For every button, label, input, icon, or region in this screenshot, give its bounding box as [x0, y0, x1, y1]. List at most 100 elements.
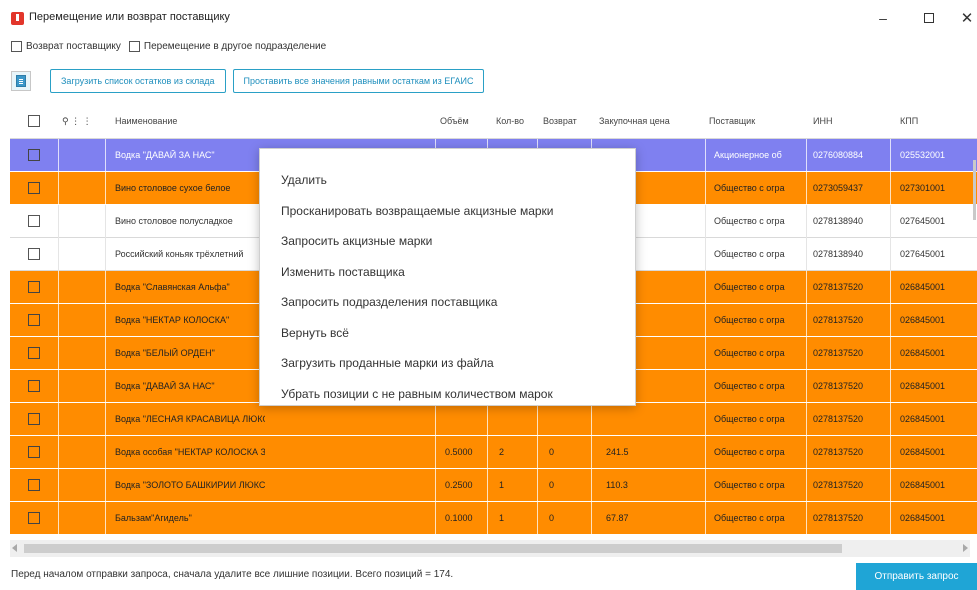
row-checkbox[interactable] — [28, 479, 40, 491]
cell-supplier: Общество с огра — [714, 216, 785, 226]
col-price[interactable]: Закупочная цена — [599, 116, 670, 126]
cell-name: Водка "ЗОЛОТО БАШКИРИИ ЛЮКС" — [115, 480, 265, 490]
cell-inn: 0278137520 — [813, 447, 864, 457]
row-checkbox[interactable] — [28, 380, 40, 392]
cell-supplier: Общество с огра — [714, 447, 785, 457]
cell-supplier: Общество с огра — [714, 315, 785, 325]
column-separator — [58, 238, 59, 271]
scroll-right-icon[interactable] — [963, 544, 968, 552]
app-icon — [11, 12, 24, 25]
context-menu-item[interactable]: Запросить подразделения поставщика — [260, 287, 635, 318]
vertical-scrollbar[interactable] — [973, 160, 976, 220]
context-menu-item[interactable]: Изменить поставщика — [260, 257, 635, 288]
cell-volume: 0.5000 — [445, 447, 473, 457]
cell-supplier: Акционерное об — [714, 150, 782, 160]
cell-supplier: Общество с огра — [714, 381, 785, 391]
row-checkbox[interactable] — [28, 413, 40, 425]
move-label: Перемещение в другое подразделение — [143, 41, 327, 52]
table-row[interactable]: Водка "ЗОЛОТО БАШКИРИИ ЛЮКС" 0.2500 1 0 110.… — [10, 469, 977, 502]
move-checkbox[interactable] — [128, 41, 140, 52]
cell-inn: 0278137520 — [813, 480, 864, 490]
column-separator — [58, 337, 59, 370]
row-checkbox[interactable] — [28, 281, 40, 293]
cell-supplier: Общество с огра — [714, 348, 785, 358]
horizontal-scrollbar[interactable] — [10, 540, 970, 557]
cell-name: Водка "НЕКТАР КОЛОСКА" — [115, 315, 230, 325]
column-separator — [435, 436, 436, 469]
document-icon[interactable] — [11, 71, 31, 91]
scroll-thumb[interactable] — [24, 544, 842, 553]
maximize-icon — [924, 13, 934, 23]
cell-inn: 0278137520 — [813, 513, 864, 523]
context-menu-item[interactable]: Просканировать возвращаемые акцизные мар… — [260, 196, 635, 227]
cell-returned: 0 — [549, 480, 555, 490]
cell-supplier: Общество с огра — [714, 513, 785, 523]
row-checkbox[interactable] — [28, 248, 40, 260]
column-separator — [58, 139, 59, 172]
cell-price: 110.3 — [606, 480, 628, 490]
row-checkbox[interactable] — [28, 149, 40, 161]
context-menu: Удалить Просканировать возвращаемые акциз… — [259, 148, 636, 406]
cell-qty: 1 — [499, 480, 505, 490]
column-separator — [890, 337, 891, 370]
filter-icons[interactable]: ⚲ ⋮ ⋮ — [62, 116, 92, 127]
column-separator — [705, 304, 706, 337]
return-checkbox[interactable] — [11, 41, 22, 52]
cell-name: Бальзам"Агидель" — [115, 513, 192, 523]
column-separator — [591, 469, 592, 502]
col-returned[interactable]: Возврат — [543, 116, 577, 126]
cell-kpp: 026845001 — [900, 348, 946, 358]
col-kpp[interactable]: КПП — [900, 116, 918, 126]
column-separator — [890, 436, 891, 469]
column-separator — [890, 172, 891, 205]
column-separator — [890, 403, 891, 436]
select-all-checkbox[interactable] — [28, 115, 40, 127]
col-name[interactable]: Наименование — [115, 116, 177, 126]
row-checkbox[interactable] — [28, 512, 40, 524]
row-checkbox[interactable] — [28, 446, 40, 458]
cell-inn: 0278137520 — [813, 282, 864, 292]
context-menu-item[interactable]: Вернуть всё — [260, 318, 635, 349]
column-separator — [487, 469, 488, 502]
context-menu-item[interactable]: Убрать позиции с не равным количеством м… — [260, 379, 635, 410]
table-row[interactable]: Бальзам"Агидель" 0.1000 1 0 67.87 Общество с … — [10, 502, 977, 535]
set-egais-button[interactable]: Проставить все значения равными остаткам… — [232, 69, 485, 93]
row-checkbox[interactable] — [28, 347, 40, 359]
column-separator — [705, 403, 706, 436]
send-request-button[interactable]: Отправить запрос — [856, 563, 977, 590]
column-separator — [435, 469, 436, 502]
cell-name: Водка "ДАВАЙ ЗА НАС" — [115, 150, 215, 160]
cell-kpp: 026845001 — [900, 513, 946, 523]
row-checkbox[interactable] — [28, 314, 40, 326]
scroll-left-icon[interactable] — [12, 544, 17, 552]
column-separator — [58, 502, 59, 535]
row-checkbox[interactable] — [28, 215, 40, 227]
cell-inn: 0278137520 — [813, 348, 864, 358]
col-supplier[interactable]: Поставщик — [709, 116, 755, 126]
row-checkbox[interactable] — [28, 182, 40, 194]
context-menu-item[interactable]: Запросить акцизные марки — [260, 226, 635, 257]
column-separator — [890, 370, 891, 403]
context-menu-item[interactable]: Загрузить проданные марки из файла — [260, 348, 635, 379]
column-separator — [105, 502, 106, 535]
column-separator — [105, 205, 106, 238]
column-separator — [435, 502, 436, 535]
load-stock-button[interactable]: Загрузить список остатков из склада — [50, 69, 226, 93]
context-menu-item[interactable]: Удалить — [260, 165, 635, 196]
cell-kpp: 025532001 — [900, 150, 946, 160]
close-button[interactable]: ✕ — [952, 6, 977, 30]
cell-name: Российский коньяк трёхлетний — [115, 249, 244, 259]
col-volume[interactable]: Объём — [440, 116, 469, 126]
window-title: Перемещение или возврат поставщику — [29, 11, 230, 23]
maximize-button[interactable] — [914, 6, 944, 30]
column-separator — [890, 469, 891, 502]
col-qty[interactable]: Кол-во — [496, 116, 524, 126]
return-option[interactable]: Возврат поставщику — [11, 41, 121, 52]
column-separator — [105, 469, 106, 502]
grid-header: ⚲ ⋮ ⋮ Наименование Объём Кол-во Возврат … — [10, 103, 977, 139]
move-option[interactable]: Перемещение в другое подразделение — [128, 41, 327, 52]
column-separator — [58, 271, 59, 304]
table-row[interactable]: Водка особая "НЕКТАР КОЛОСКА ЗОЛОТАЯ" 0.5… — [10, 436, 977, 469]
minimize-button[interactable]: – — [868, 6, 898, 30]
col-inn[interactable]: ИНН — [813, 116, 832, 126]
